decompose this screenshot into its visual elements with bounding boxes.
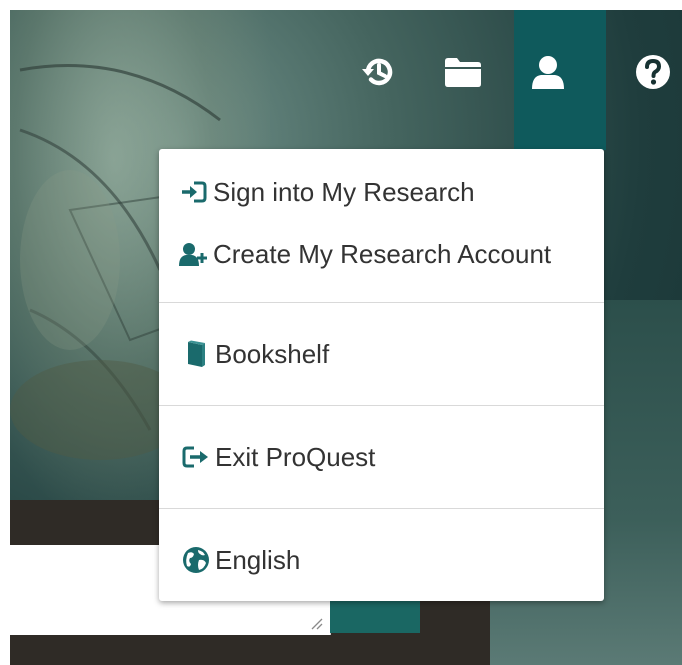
language-label: English: [215, 544, 301, 575]
folder-icon[interactable]: [443, 52, 483, 92]
create-account-menu-item[interactable]: Create My Research Account: [159, 223, 604, 285]
create-account-label: Create My Research Account: [213, 238, 552, 269]
sign-in-label: Sign into My Research: [213, 176, 475, 207]
menu-section-exit: Exit ProQuest: [159, 406, 604, 509]
menu-section-bookshelf: Bookshelf: [159, 303, 604, 406]
exit-label: Exit ProQuest: [215, 441, 376, 472]
bookshelf-label: Bookshelf: [215, 338, 330, 369]
help-icon[interactable]: [633, 52, 673, 92]
recent-searches-icon[interactable]: [359, 52, 399, 92]
sign-in-menu-item[interactable]: Sign into My Research: [159, 161, 604, 223]
page: Sign into My Research Create My Research…: [0, 0, 682, 665]
resize-grip-icon[interactable]: [308, 615, 324, 631]
account-dropdown-menu: Sign into My Research Create My Research…: [159, 149, 604, 601]
menu-section-language: English: [159, 509, 604, 601]
bookshelf-menu-item[interactable]: Bookshelf: [159, 323, 604, 385]
book-icon: [181, 339, 211, 369]
menu-section-account: Sign into My Research Create My Research…: [159, 149, 604, 303]
sign-in-icon: [179, 177, 209, 207]
sign-out-icon: [181, 442, 211, 472]
globe-icon: [181, 545, 211, 575]
language-menu-item[interactable]: English: [159, 529, 604, 591]
exit-menu-item[interactable]: Exit ProQuest: [159, 426, 604, 488]
add-user-icon: [179, 239, 209, 269]
user-icon[interactable]: [528, 52, 568, 92]
